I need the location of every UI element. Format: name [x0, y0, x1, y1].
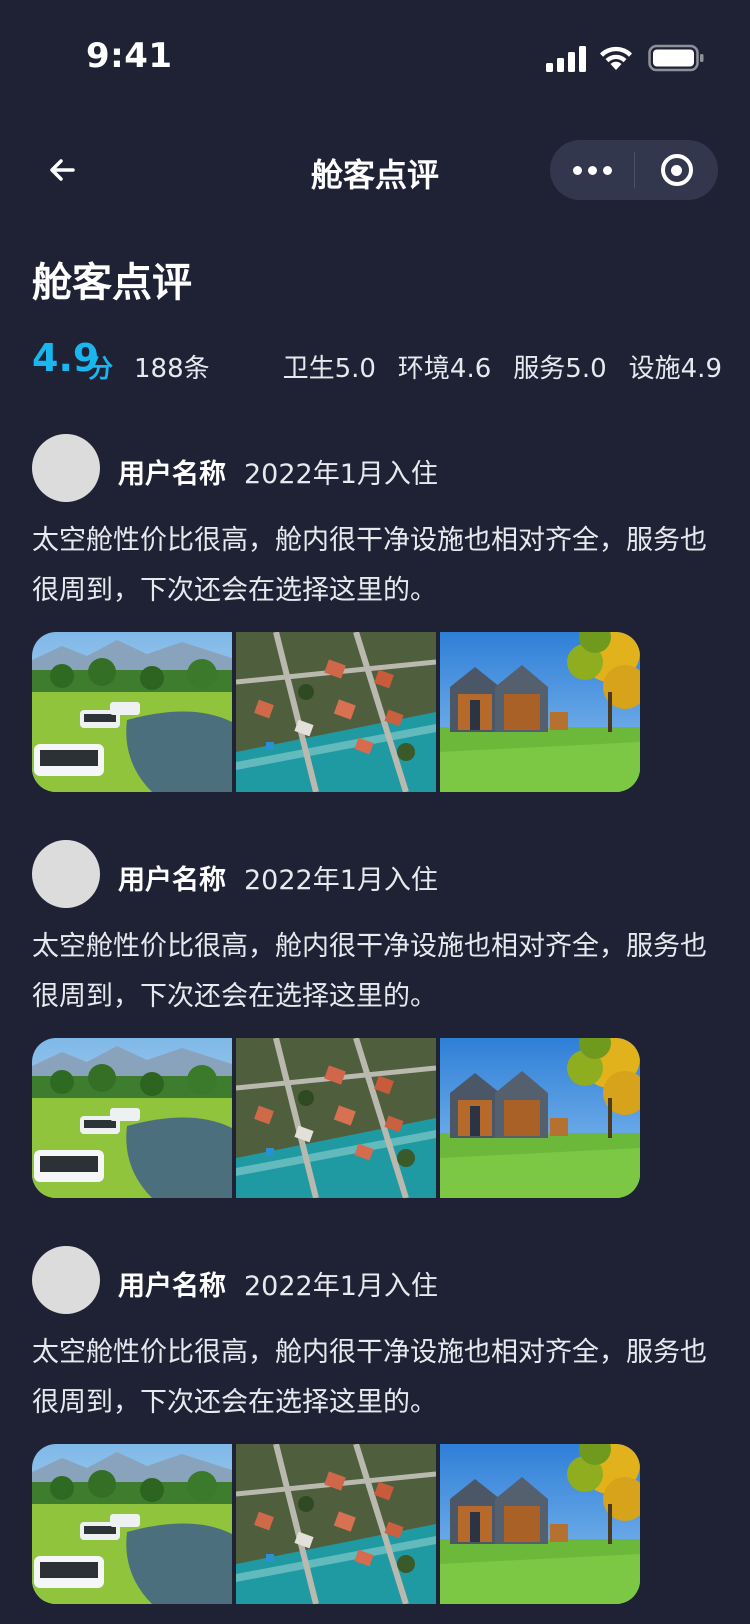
review-item: 用户名称 2022年1月入住 太空舱性价比很高，舱内很干净设施也相对齐全，服务也…: [32, 840, 722, 1200]
mini-program-capsule: [550, 140, 718, 200]
more-button[interactable]: [550, 140, 634, 200]
modern-house-photo[interactable]: [440, 1444, 640, 1604]
review-text: 太空舱性价比很高，舱内很干净设施也相对齐全，服务也很周到，下次还会在选择这里的。: [32, 525, 707, 606]
camp-lake-photo[interactable]: [32, 1444, 232, 1604]
review-item: 用户名称 2022年1月入住 太空舱性价比很高，舱内很干净设施也相对齐全，服务也…: [32, 1246, 722, 1606]
username: 用户名称: [118, 459, 226, 490]
page-title: 舱客点评: [32, 260, 192, 306]
photo-strip: [32, 1444, 640, 1604]
camp-lake-photo[interactable]: [32, 1038, 232, 1198]
stay-date: 2022年1月入住: [244, 1271, 438, 1302]
status-time: 9:41: [86, 36, 173, 76]
avatar[interactable]: [32, 840, 100, 908]
username: 用户名称: [118, 865, 226, 896]
review-text: 太空舱性价比很高，舱内很干净设施也相对齐全，服务也很周到，下次还会在选择这里的。: [32, 1337, 707, 1418]
target-circle-icon: [660, 154, 693, 186]
status-bar: 9:41: [0, 0, 750, 88]
aerial-town-photo[interactable]: [236, 1444, 436, 1604]
battery-icon: [648, 44, 704, 72]
modern-house-photo[interactable]: [440, 1038, 640, 1198]
subscore-hygiene: 卫生5.0: [282, 354, 376, 384]
more-dots-icon: [572, 165, 612, 175]
aerial-town-photo[interactable]: [236, 632, 436, 792]
subscore-facilities: 设施4.9: [628, 354, 722, 384]
subscore-environment: 环境4.6: [397, 354, 492, 384]
photo-strip: [32, 632, 640, 792]
rating-summary: 4.9 分 188条 卫生5.0 环境4.6 服务5.0 设施4.9: [32, 336, 722, 386]
cellular-signal-icon: [546, 46, 586, 72]
subscore-list: 卫生5.0 环境4.6 服务5.0 设施4.9: [283, 348, 722, 385]
username: 用户名称: [118, 1271, 226, 1302]
wifi-icon: [600, 46, 632, 70]
stay-date: 2022年1月入住: [244, 459, 438, 490]
stay-date: 2022年1月入住: [244, 865, 438, 896]
nav-bar: 舱客点评: [0, 136, 750, 204]
review-count: 188条: [134, 354, 210, 384]
aerial-town-photo[interactable]: [236, 1038, 436, 1198]
score-unit: 分: [88, 354, 114, 383]
photo-strip: [32, 1038, 640, 1198]
avatar[interactable]: [32, 434, 100, 502]
avatar[interactable]: [32, 1246, 100, 1314]
camp-lake-photo[interactable]: [32, 632, 232, 792]
modern-house-photo[interactable]: [440, 632, 640, 792]
review-text: 太空舱性价比很高，舱内很干净设施也相对齐全，服务也很周到，下次还会在选择这里的。: [32, 931, 707, 1012]
review-item: 用户名称 2022年1月入住 太空舱性价比很高，舱内很干净设施也相对齐全，服务也…: [32, 434, 722, 794]
subscore-service: 服务5.0: [513, 354, 607, 384]
close-mini-program-button[interactable]: [635, 140, 718, 200]
